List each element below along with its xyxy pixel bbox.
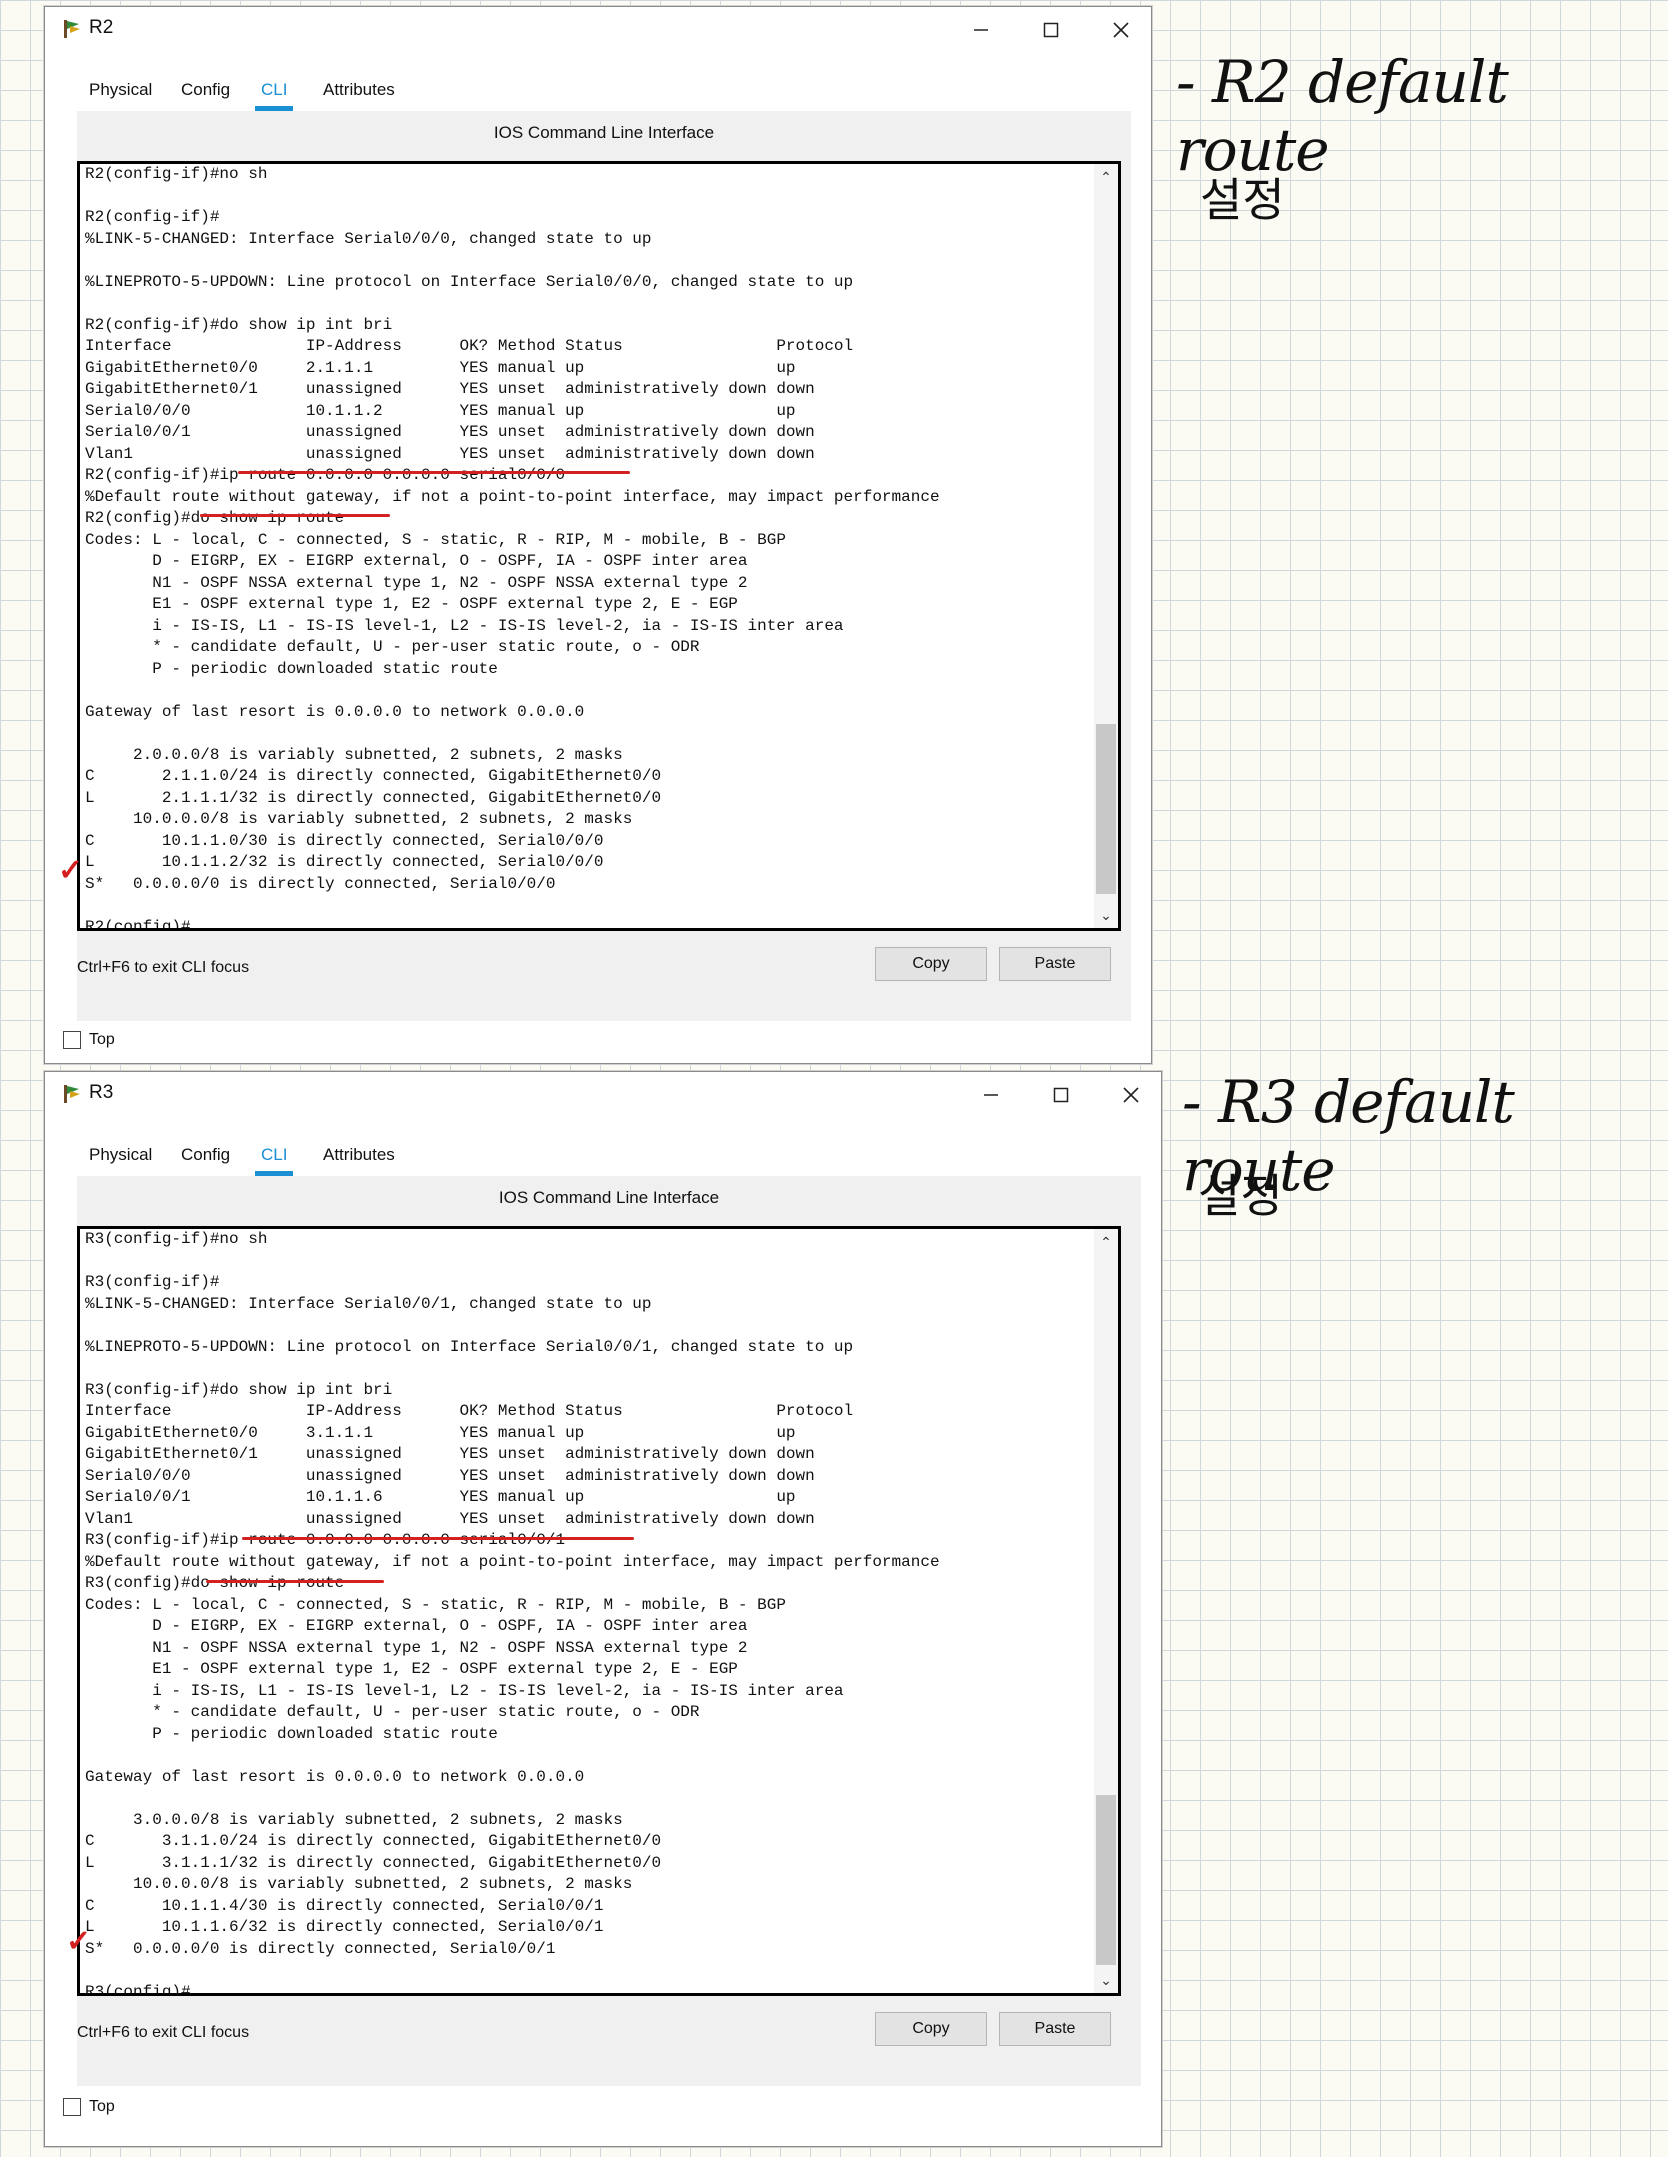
top-checkbox-label: Top <box>89 2098 115 2115</box>
cli-caption: IOS Command Line Interface <box>493 123 715 142</box>
tab-config[interactable]: Config <box>181 1134 230 1176</box>
scroll-up-arrow-icon[interactable]: ⌃ <box>1094 166 1118 188</box>
maximize-button[interactable] <box>1031 1076 1091 1114</box>
minimize-icon <box>974 29 988 31</box>
maximize-icon <box>1053 1087 1069 1103</box>
title-bar[interactable]: R2 <box>45 7 1151 53</box>
note-r2-sub: 설정 <box>1200 173 1285 227</box>
checkmark-icon: ✓ <box>66 1925 92 1958</box>
router-app-icon <box>64 20 80 38</box>
tab-physical[interactable]: Physical <box>89 1134 152 1176</box>
annotation-underline-show-ip-route <box>200 514 390 517</box>
close-icon <box>1123 1087 1139 1103</box>
top-checkbox-label: Top <box>89 1031 115 1048</box>
cli-terminal[interactable]: R3(config-if)#no sh R3(config-if)# %LINK… <box>77 1226 1121 1996</box>
cli-panel: IOS Command Line Interface R2(config-if)… <box>77 111 1131 1021</box>
annotation-underline-show-ip-route <box>206 1580 384 1583</box>
cli-terminal[interactable]: R2(config-if)#no sh R2(config-if)# %LINK… <box>77 161 1121 931</box>
terminal-scrollbar[interactable]: ⌃ ⌄ <box>1094 164 1118 928</box>
scroll-up-arrow-icon[interactable]: ⌃ <box>1094 1231 1118 1253</box>
paste-button[interactable]: Paste <box>999 2012 1111 2046</box>
top-checkbox[interactable] <box>63 2098 81 2116</box>
terminal-output[interactable]: R3(config-if)#no sh R3(config-if)# %LINK… <box>85 1229 1090 1993</box>
tab-cli[interactable]: CLI <box>254 69 295 111</box>
title-bar[interactable]: R3 <box>45 1072 1161 1118</box>
cli-focus-hint: Ctrl+F6 to exit CLI focus <box>77 2024 250 2041</box>
tab-attributes[interactable]: Attributes <box>323 69 395 111</box>
minimize-button[interactable] <box>961 1076 1021 1114</box>
scroll-thumb[interactable] <box>1096 724 1116 894</box>
window-title: R3 <box>89 1082 114 1103</box>
note-r3-sub: 설정 <box>1198 1169 1283 1223</box>
paste-button[interactable]: Paste <box>999 947 1111 981</box>
tab-cli[interactable]: CLI <box>254 1134 295 1176</box>
top-checkbox[interactable] <box>63 1031 81 1049</box>
top-checkbox-row[interactable]: Top <box>63 2098 115 2116</box>
top-checkbox-row[interactable]: Top <box>63 1031 115 1049</box>
minimize-icon <box>984 1094 998 1096</box>
router-app-icon <box>64 1085 80 1103</box>
scroll-thumb[interactable] <box>1096 1795 1116 1965</box>
terminal-output[interactable]: R2(config-if)#no sh R2(config-if)# %LINK… <box>85 164 1090 928</box>
annotation-underline-ip-route <box>238 471 630 474</box>
scroll-down-arrow-icon[interactable]: ⌄ <box>1094 1969 1118 1991</box>
checkmark-icon: ✓ <box>58 854 84 887</box>
window-title: R2 <box>89 17 114 38</box>
maximize-icon <box>1043 22 1059 38</box>
terminal-scrollbar[interactable]: ⌃ ⌄ <box>1094 1229 1118 1993</box>
r3-device-window: R3 Physical Config CLI Attributes IOS Co… <box>44 1071 1162 2147</box>
minimize-button[interactable] <box>951 11 1011 49</box>
cli-caption: IOS Command Line Interface <box>498 1188 720 1207</box>
close-icon <box>1113 22 1129 38</box>
r2-device-window: R2 Physical Config CLI Attributes IOS Co… <box>44 6 1152 1064</box>
cli-focus-hint: Ctrl+F6 to exit CLI focus <box>77 959 250 976</box>
annotation-underline-ip-route <box>242 1537 634 1540</box>
tab-attributes[interactable]: Attributes <box>323 1134 395 1176</box>
cli-panel: IOS Command Line Interface R3(config-if)… <box>77 1176 1141 2086</box>
close-button[interactable] <box>1091 11 1151 49</box>
tab-config[interactable]: Config <box>181 69 230 111</box>
scroll-down-arrow-icon[interactable]: ⌄ <box>1094 904 1118 926</box>
close-button[interactable] <box>1101 1076 1161 1114</box>
maximize-button[interactable] <box>1021 11 1081 49</box>
tab-physical[interactable]: Physical <box>89 69 152 111</box>
copy-button[interactable]: Copy <box>875 2012 987 2046</box>
copy-button[interactable]: Copy <box>875 947 987 981</box>
